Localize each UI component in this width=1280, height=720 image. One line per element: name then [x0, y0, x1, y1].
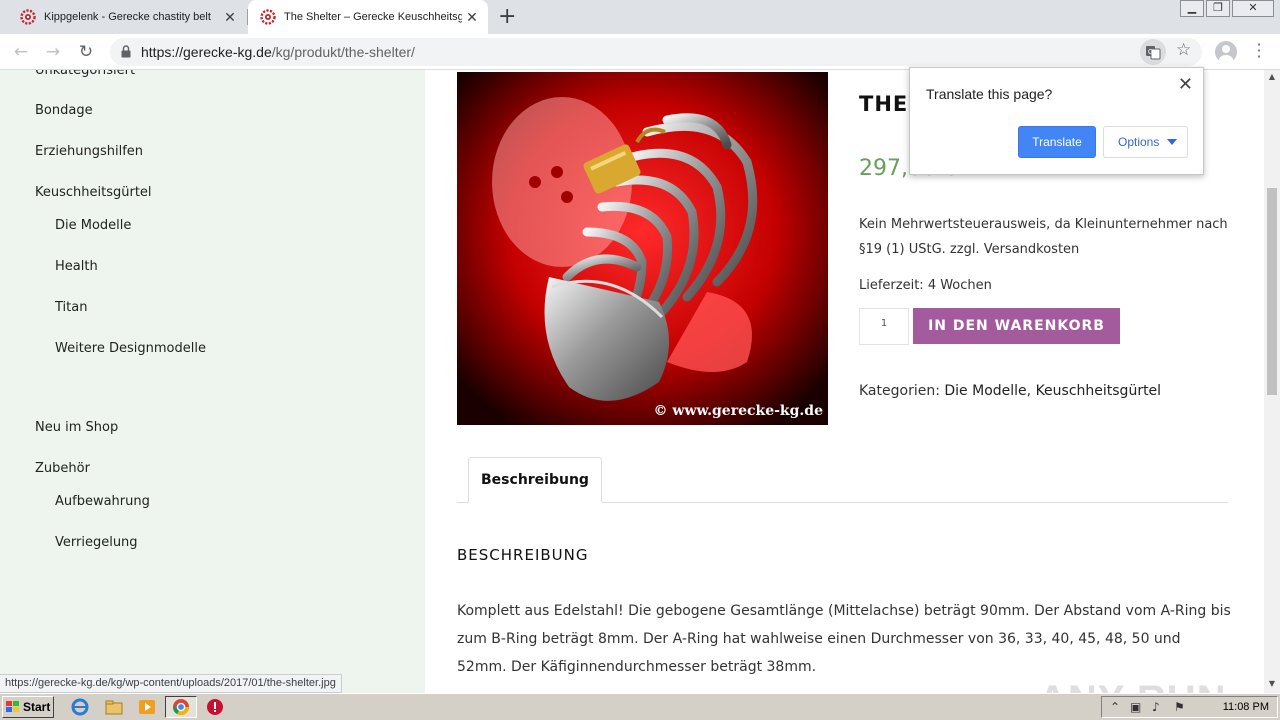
close-tab-icon[interactable]: ✕ [220, 9, 240, 26]
tax-note: Kein Mehrwertsteuerausweis, da Kleinunte… [859, 217, 1228, 257]
bookmark-star-icon[interactable]: ☆ [1176, 40, 1191, 60]
chrome-icon [172, 699, 190, 716]
tab-title: Kippgelenk - Gerecke chastity belt [44, 11, 211, 23]
person-icon [1219, 45, 1233, 63]
category-sidebar: Unkategorisiert Bondage Erziehungshilfen… [0, 70, 425, 693]
scroll-up-icon[interactable]: ▲ [1264, 72, 1280, 86]
translate-glyph-icon: G [1146, 46, 1161, 60]
restore-button[interactable]: ❐ [1206, 0, 1230, 17]
menu-kebab-icon[interactable]: · · · [1254, 37, 1264, 65]
categories-label: Kategorien: [859, 383, 940, 399]
start-label: Start [23, 700, 51, 714]
translate-question: Translate this page? [926, 86, 1053, 102]
sidebar-item-weitere-designmodelle[interactable]: Weitere Designmodelle [55, 341, 206, 356]
chevron-down-icon [1167, 139, 1177, 145]
options-label: Options [1118, 135, 1160, 149]
clock: 11:08 PM [1222, 701, 1269, 713]
sidebar-item-erziehungshilfen[interactable]: Erziehungshilfen [35, 144, 143, 159]
file-explorer-icon[interactable] [104, 698, 124, 716]
browser-toolbar: ← → ↻ https://gerecke-kg.de/kg/produkt/t… [0, 34, 1280, 70]
sidebar-item-die-modelle[interactable]: Die Modelle [55, 218, 131, 233]
sidebar-item-unkategorisiert[interactable]: Unkategorisiert [35, 70, 135, 78]
minimize-button[interactable]: ▁ [1180, 0, 1204, 17]
category-link-die-modelle[interactable]: Die Modelle [944, 383, 1026, 399]
category-link-keuschheitsguertel[interactable]: Keuschheitsgürtel [1036, 383, 1162, 399]
tab-beschreibung[interactable]: Beschreibung [468, 457, 602, 503]
start-button[interactable]: Start [2, 696, 54, 718]
back-arrow-icon[interactable]: ← [9, 40, 33, 64]
add-to-cart-button[interactable]: IN DEN WARENKORB [913, 308, 1120, 344]
tab-title: The Shelter – Gerecke Keuschheitsgürtel [284, 11, 462, 23]
new-tab-button[interactable]: + [498, 4, 516, 29]
tab-kippgelenk[interactable]: Kippgelenk - Gerecke chastity belt ✕ [8, 0, 246, 34]
close-window-button[interactable]: ✕ [1232, 0, 1274, 17]
translate-popup: Translate this page? ✕ Translate Options [909, 67, 1204, 175]
delivery-time: Lieferzeit: 4 Wochen [859, 278, 992, 293]
volume-icon[interactable]: ♪ [1152, 700, 1160, 714]
svg-text:G: G [1148, 49, 1153, 56]
windows-logo-icon [6, 701, 19, 712]
tab-the-shelter[interactable]: The Shelter – Gerecke Keuschheitsgürtel … [248, 0, 488, 34]
forward-arrow-icon[interactable]: → [41, 40, 65, 64]
sidebar-item-aufbewahrung[interactable]: Aufbewahrung [55, 494, 150, 509]
anyrun-watermark: ANY RUN [1038, 678, 1227, 693]
scroll-down-icon[interactable]: ▼ [1264, 679, 1280, 693]
sidebar-item-neu-im-shop[interactable]: Neu im Shop [35, 420, 118, 435]
product-categories: Kategorien: Die Modelle, Keuschheitsgürt… [859, 383, 1162, 399]
gear-favicon-icon [20, 9, 36, 25]
sidebar-item-verriegelung[interactable]: Verriegelung [55, 535, 138, 550]
system-tray: ⌃ ▣ ♪ ⚑ 11:08 PM [1101, 696, 1278, 718]
media-player-icon[interactable] [137, 698, 157, 716]
description-heading: BESCHREIBUNG [457, 546, 589, 564]
scrollbar-thumb[interactable] [1267, 188, 1277, 395]
sidebar-item-health[interactable]: Health [55, 259, 98, 274]
translate-icon[interactable]: G [1140, 39, 1166, 65]
product-image[interactable]: © www.gerecke-kg.de [457, 72, 828, 425]
link-status-bar: https://gerecke-kg.de/kg/wp-content/uplo… [0, 674, 342, 693]
windows-taskbar: Start ⌃ ▣ ♪ ⚑ 11:08 PM [0, 693, 1280, 720]
gear-favicon-icon [260, 9, 276, 25]
tab-strip: Kippgelenk - Gerecke chastity belt ✕ The… [0, 0, 1280, 34]
show-hidden-icons-icon[interactable]: ⌃ [1110, 700, 1120, 714]
sidebar-item-titan[interactable]: Titan [55, 300, 87, 315]
action-center-flag-icon[interactable]: ⚑ [1174, 700, 1185, 714]
taskbar-chrome-active[interactable] [165, 696, 197, 718]
description-text: Komplett aus Edelstahl! Die gebogene Ges… [457, 603, 1231, 675]
image-copyright: © www.gerecke-kg.de [654, 403, 824, 419]
window-controls: ▁ ❐ ✕ [1178, 0, 1274, 18]
reload-icon[interactable]: ↻ [74, 40, 98, 64]
address-bar[interactable]: https://gerecke-kg.de/kg/produkt/the-she… [110, 38, 1202, 66]
url-host: https://gerecke-kg.de [141, 44, 272, 60]
stop-icon[interactable] [205, 698, 225, 716]
sidebar-item-keuschheitsguertel[interactable]: Keuschheitsgürtel [35, 185, 152, 200]
page-scrollbar[interactable]: ▲ ▼ [1264, 70, 1280, 693]
url-text: https://gerecke-kg.de/kg/produkt/the-she… [141, 44, 415, 60]
internet-explorer-icon[interactable] [70, 698, 90, 716]
url-path: /kg/produkt/the-shelter/ [271, 44, 415, 60]
options-dropdown[interactable]: Options [1103, 126, 1188, 158]
lock-icon [121, 45, 131, 58]
profile-avatar-icon[interactable] [1215, 41, 1237, 63]
translate-button[interactable]: Translate [1018, 126, 1096, 158]
close-tab-icon[interactable]: ✕ [462, 9, 482, 26]
network-icon[interactable]: ▣ [1130, 700, 1141, 714]
close-icon[interactable]: ✕ [1178, 74, 1193, 95]
chastity-device-photo: © www.gerecke-kg.de [457, 72, 828, 425]
sidebar-item-bondage[interactable]: Bondage [35, 103, 93, 118]
sidebar-item-zubehoer[interactable]: Zubehör [35, 461, 90, 476]
quantity-input[interactable]: 1 [859, 308, 909, 345]
